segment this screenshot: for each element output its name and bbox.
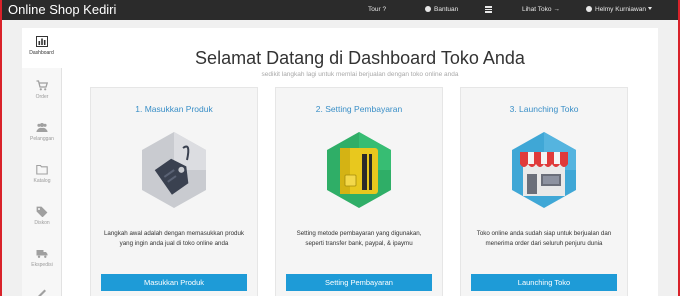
- product-tag-icon: [142, 132, 206, 208]
- pencil-icon: [38, 289, 46, 296]
- add-product-button[interactable]: Masukkan Produk: [101, 274, 247, 291]
- sidebar-item-label: Order: [35, 94, 49, 100]
- sidebar: Dashboard Order Pelanggan Katalog Diskon: [22, 28, 62, 296]
- payment-card-icon: [327, 132, 391, 208]
- user-name: Helmy Kurniawan: [595, 6, 646, 13]
- card-title: 3. Launching Toko: [509, 104, 579, 114]
- user-menu[interactable]: Helmy Kurniawan: [586, 0, 652, 20]
- card-description-line: seperti transfer bank, paypal, & ipaymu: [305, 240, 413, 247]
- payment-settings-button[interactable]: Setting Pembayaran: [286, 274, 432, 291]
- sidebar-item-pelanggan[interactable]: Pelanggan: [22, 114, 62, 154]
- sidebar-item-label: Pelanggan: [30, 136, 54, 142]
- brand-title[interactable]: Online Shop Kediri: [8, 2, 116, 18]
- users-icon: [36, 123, 48, 132]
- chevron-down-icon: [647, 7, 652, 10]
- card-title: 2. Setting Pembayaran: [315, 104, 403, 114]
- card-description-line: yang ingin anda jual di toko online anda: [119, 240, 229, 247]
- bar-chart-icon: [35, 36, 48, 47]
- help-label: Bantuan: [434, 6, 459, 13]
- sidebar-item-label: Ekspedisi: [31, 262, 53, 268]
- sidebar-item-order[interactable]: Order: [22, 72, 62, 112]
- help-link[interactable]: Bantuan: [425, 0, 458, 20]
- step-card-payment: 2. Setting Pembayaran Setting metode pem…: [275, 87, 443, 296]
- page-scrollbar[interactable]: [672, 20, 678, 296]
- folder-icon: [36, 164, 48, 175]
- sidebar-item-dashboard[interactable]: Dashboard: [22, 28, 62, 68]
- main-content: Selamat Datang di Dashboard Toko Anda se…: [62, 28, 658, 296]
- step-card-product: 1. Masukkan Produk Langkah awal adalah d…: [90, 87, 258, 296]
- card-description-line: Langkah awal adalah dengan memasukkan pr…: [103, 230, 244, 237]
- sidebar-item-label: Diskon: [34, 220, 50, 226]
- sidebar-item-diskon[interactable]: Diskon: [22, 198, 62, 238]
- card-description: Toko online anda sudah siap untuk berjua…: [471, 229, 617, 249]
- user-icon: [586, 6, 592, 12]
- card-description: Langkah awal adalah dengan memasukkan pr…: [101, 229, 247, 249]
- card-description-line: Toko online anda sudah siap untuk berjua…: [476, 230, 612, 237]
- sidebar-item-label: Dashboard: [29, 50, 54, 56]
- card-description: Setting metode pembayaran yang digunakan…: [286, 229, 432, 249]
- storefront-icon: [512, 132, 576, 208]
- top-navbar: Online Shop Kediri Tour ? Bantuan Lihat …: [2, 0, 678, 20]
- tour-link[interactable]: Tour ?: [368, 0, 386, 20]
- card-description-line: Setting metode pembayaran yang digunakan…: [296, 230, 422, 237]
- step-card-launch: 3. Launching Toko Toko online anda sudah…: [460, 87, 628, 296]
- question-circle-icon: [425, 6, 431, 12]
- sidebar-item-katalog[interactable]: Katalog: [22, 156, 62, 196]
- sidebar-item-label: Katalog: [33, 178, 51, 184]
- sidebar-item-more[interactable]: [22, 282, 62, 296]
- truck-icon: [36, 250, 48, 258]
- card-description-line: menerima order dari seluruh penjuru duni…: [485, 240, 603, 247]
- card-title: 1. Masukkan Produk: [135, 104, 213, 114]
- tag-icon: [36, 206, 48, 217]
- sidebar-item-ekspedisi[interactable]: Ekspedisi: [22, 240, 62, 280]
- page-subtitle: sedikit langkah lagi untuk memlai berjua…: [261, 71, 459, 78]
- cart-icon: [36, 80, 48, 91]
- page-title: Selamat Datang di Dashboard Toko Anda: [195, 48, 525, 68]
- launch-store-button[interactable]: Launching Toko: [471, 274, 617, 291]
- view-store-link[interactable]: Lihat Toko →: [522, 0, 560, 20]
- menu-icon[interactable]: [485, 6, 492, 13]
